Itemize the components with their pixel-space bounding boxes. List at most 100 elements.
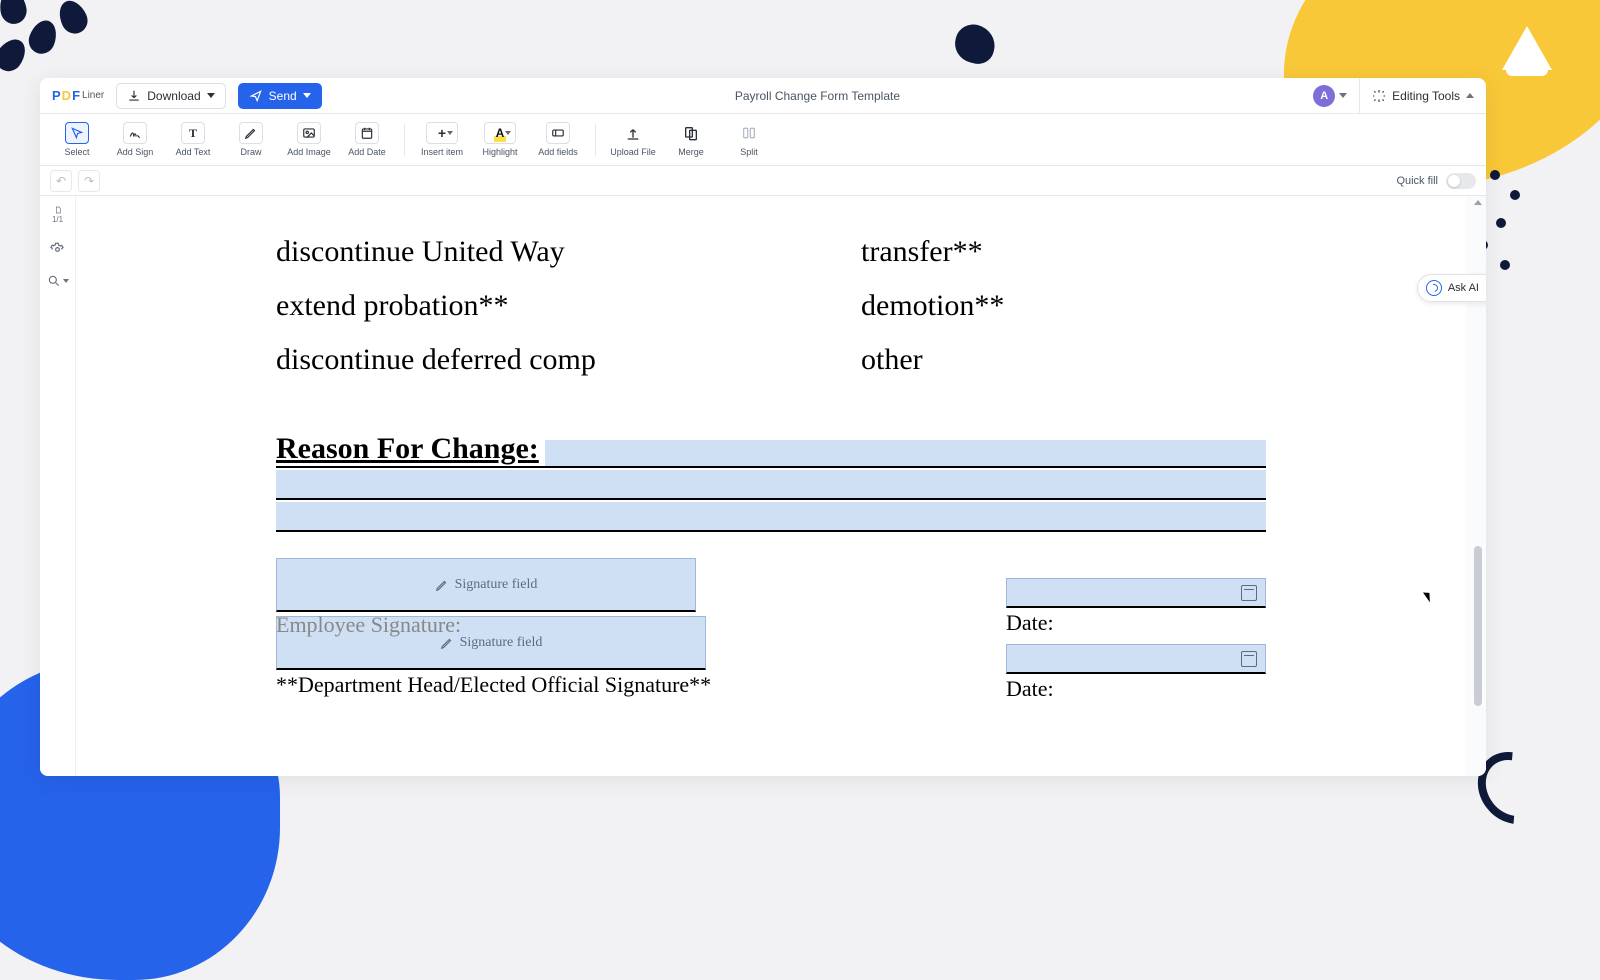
tool-label: Add Image (287, 147, 331, 157)
adobe-style-logo (1502, 26, 1552, 76)
merge-icon (679, 122, 703, 144)
settings-button[interactable] (49, 240, 67, 258)
download-label: Download (147, 89, 200, 103)
pages-panel-button[interactable]: 1/1 (49, 206, 67, 224)
bg-blob-navy-top-left (0, 0, 110, 80)
option-text: discontinue United Way (276, 234, 681, 270)
ask-ai-icon (1426, 280, 1442, 296)
ask-ai-button[interactable]: Ask AI (1417, 274, 1486, 302)
toolbar: Select Add Sign T Add Text Draw Add Imag… (40, 114, 1486, 166)
tool-add-sign[interactable]: Add Sign (108, 118, 162, 162)
tool-select[interactable]: Select (50, 118, 104, 162)
add-sign-icon (123, 122, 147, 144)
tool-label: Highlight (482, 147, 517, 157)
split-icon (737, 122, 761, 144)
editor-body: 1/1 discontinue United Way extend probat… (40, 196, 1486, 776)
tool-draw[interactable]: Draw (224, 118, 278, 162)
calendar-icon (1241, 651, 1257, 667)
document-title: Payroll Change Form Template (334, 89, 1302, 103)
logo-letter: D (62, 88, 71, 103)
undo-button[interactable]: ↶ (50, 170, 72, 192)
logo-letter: P (52, 88, 61, 103)
select-icon (65, 122, 89, 144)
reason-text-field[interactable] (545, 440, 1266, 466)
document-viewport[interactable]: discontinue United Way extend probation*… (76, 196, 1486, 776)
tool-add-text[interactable]: T Add Text (166, 118, 220, 162)
tool-upload-file[interactable]: Upload File (606, 118, 660, 162)
mouse-cursor (1426, 590, 1436, 604)
account-menu[interactable]: A (1313, 85, 1347, 107)
app-logo[interactable]: P D F Liner (52, 88, 104, 103)
option-text: extend probation** (276, 288, 681, 324)
option-text: demotion** (861, 288, 1266, 324)
send-label: Send (269, 89, 297, 103)
tool-label: Add Date (348, 147, 386, 157)
toggle-switch (1446, 173, 1476, 189)
vertical-scrollbar[interactable] (1474, 546, 1482, 706)
highlight-icon: A (484, 122, 516, 144)
date-label: Date: (1006, 676, 1266, 702)
chevron-down-icon (1339, 93, 1347, 98)
editing-tools-icon (1372, 89, 1386, 103)
tool-label: Add Sign (117, 147, 154, 157)
add-fields-icon (546, 122, 570, 144)
chevron-down-icon (303, 93, 311, 98)
toolbar-separator (404, 124, 405, 156)
logo-tail: Liner (82, 90, 104, 101)
dept-signature-label: **Department Head/Elected Official Signa… (276, 672, 986, 698)
reason-heading: Reason For Change: (276, 432, 539, 466)
upload-file-icon (621, 122, 645, 144)
tool-highlight[interactable]: A Highlight (473, 118, 527, 162)
bg-blob-navy-mid (951, 20, 999, 67)
header-bar: P D F Liner Download Send Payroll Change… (40, 78, 1486, 114)
tool-label: Draw (240, 147, 261, 157)
page-indicator: 1/1 (52, 215, 63, 224)
tool-merge[interactable]: Merge (664, 118, 718, 162)
tool-insert-item[interactable]: + Insert item (415, 118, 469, 162)
ask-ai-label: Ask AI (1448, 282, 1479, 294)
download-button[interactable]: Download (116, 83, 225, 109)
reason-text-field[interactable] (276, 502, 1266, 532)
download-icon (127, 89, 141, 103)
left-rail: 1/1 (40, 196, 76, 776)
tool-add-date[interactable]: Add Date (340, 118, 394, 162)
insert-item-icon: + (426, 122, 458, 144)
reason-text-field[interactable] (276, 470, 1266, 500)
tool-add-fields[interactable]: Add fields (531, 118, 585, 162)
date-field-2[interactable] (1006, 644, 1266, 674)
chevron-down-icon (207, 93, 215, 98)
date-label: Date: (1006, 610, 1266, 636)
tool-label: Select (64, 147, 89, 157)
employee-signature-field[interactable]: Signature field (276, 558, 696, 612)
tool-label: Upload File (610, 147, 656, 157)
option-text: other (861, 342, 1266, 378)
draw-icon (239, 122, 263, 144)
add-image-icon (297, 122, 321, 144)
option-text: transfer** (861, 234, 1266, 270)
search-button[interactable] (47, 274, 69, 288)
date-field-1[interactable] (1006, 578, 1266, 608)
quick-fill-toggle[interactable]: Quick fill (1396, 173, 1476, 189)
quick-fill-label: Quick fill (1396, 175, 1438, 187)
add-text-icon: T (181, 122, 205, 144)
app-window: P D F Liner Download Send Payroll Change… (40, 78, 1486, 776)
tool-split[interactable]: Split (722, 118, 776, 162)
editing-tools-button[interactable]: Editing Tools (1359, 78, 1474, 113)
tool-label: Merge (678, 147, 704, 157)
document-page: discontinue United Way extend probation*… (76, 196, 1466, 776)
redo-button[interactable]: ↷ (78, 170, 100, 192)
logo-letter: F (72, 88, 80, 103)
send-button[interactable]: Send (238, 83, 322, 109)
avatar: A (1313, 85, 1335, 107)
scroll-up-arrow[interactable] (1474, 200, 1482, 205)
tool-label: Split (740, 147, 758, 157)
chevron-up-icon (1466, 93, 1474, 98)
calendar-icon (1241, 585, 1257, 601)
tool-label: Add fields (538, 147, 578, 157)
tool-add-image[interactable]: Add Image (282, 118, 336, 162)
send-icon (249, 89, 263, 103)
editing-tools-label: Editing Tools (1392, 89, 1460, 103)
toolbar-separator (595, 124, 596, 156)
tool-label: Add Text (176, 147, 211, 157)
sub-toolbar: ↶ ↷ Quick fill (40, 166, 1486, 196)
